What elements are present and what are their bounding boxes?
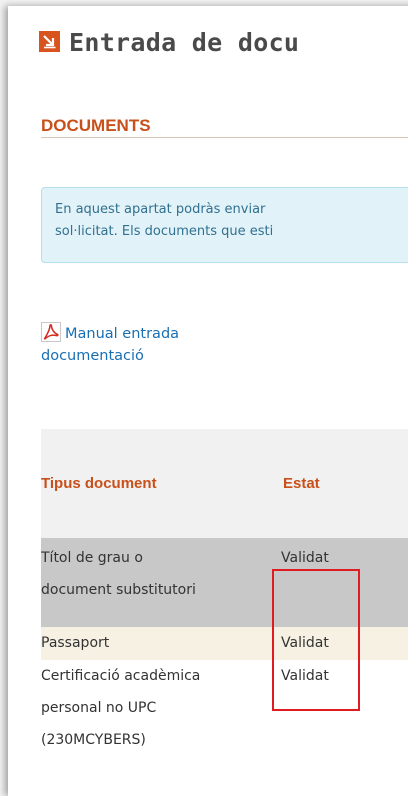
column-header-status[interactable]: Estat (283, 475, 320, 492)
document-type-cell: Passaport (41, 635, 110, 651)
status-cell: Validat (281, 635, 329, 651)
table-row[interactable]: Certificació acadèmica personal no UPC (… (41, 660, 408, 780)
table-row[interactable]: Títol de grau o document substitutori Va… (41, 538, 408, 627)
document-type-cell: Certificació acadèmica personal no UPC (… (41, 668, 201, 748)
section-divider (41, 137, 408, 138)
pdf-icon (41, 322, 61, 342)
info-text-line-2: sol·licitat. Els documents que esti (55, 224, 274, 239)
column-header-type[interactable]: Tipus document (41, 475, 157, 492)
page-frame: Entrada de docu DOCUMENTS En aquest apar… (8, 6, 408, 796)
manual-link-line-2[interactable]: documentació (41, 348, 144, 364)
page-title-text: Entrada de docu (69, 28, 300, 57)
manual-link[interactable]: Manual entrada documentació (41, 322, 179, 367)
document-type-cell: Títol de grau o document substitutori (41, 550, 196, 598)
info-text-line-1: En aquest apartat podràs enviar (55, 202, 266, 217)
page-title: Entrada de docu (39, 28, 299, 57)
section-title: DOCUMENTS (41, 116, 151, 135)
table-row[interactable]: Passaport Validat (41, 627, 408, 660)
manual-link-line-1[interactable]: Manual entrada (65, 326, 179, 342)
info-alert: En aquest apartat podràs enviar sol·lici… (41, 187, 408, 263)
arrow-down-right-icon (39, 31, 60, 52)
status-cell: Validat (281, 550, 329, 566)
table-header: Tipus document Estat (41, 429, 408, 538)
status-cell: Validat (281, 668, 329, 684)
